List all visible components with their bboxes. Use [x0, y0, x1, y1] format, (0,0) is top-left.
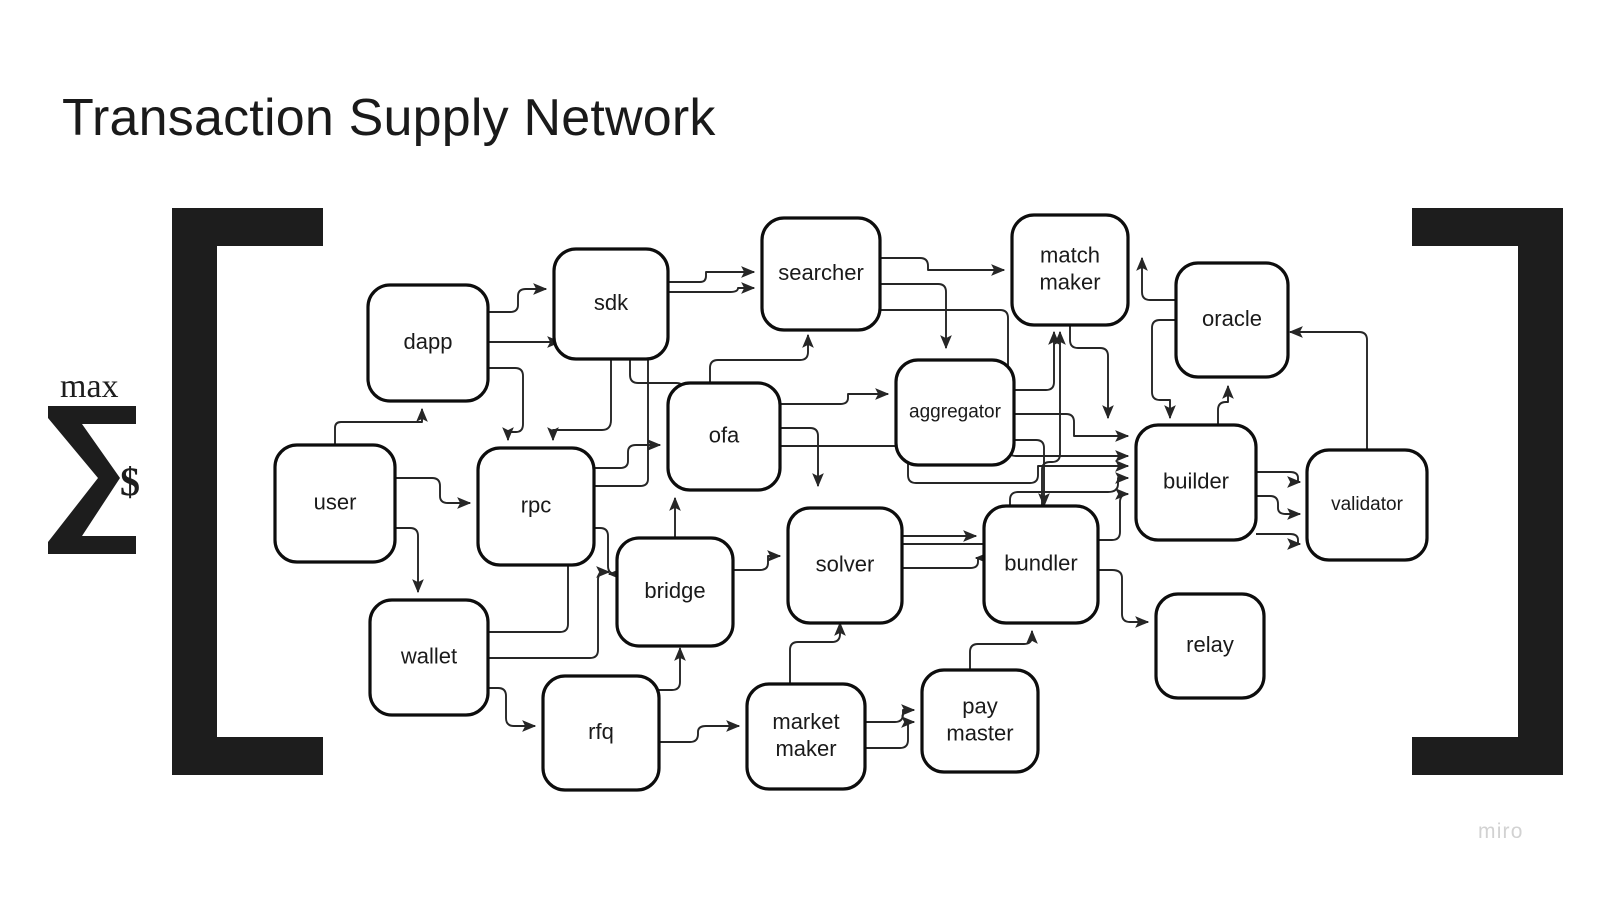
- node-label-user: user: [314, 489, 357, 514]
- node-relay[interactable]: relay: [1154, 592, 1266, 700]
- node-solver[interactable]: solver: [786, 506, 904, 625]
- node-label-rpc: rpc: [521, 492, 552, 517]
- node-marketmaker[interactable]: marketmaker: [745, 682, 867, 791]
- edge-oracle-to-builder: [1069, 325, 1114, 420]
- edge-oracle-to-matchmaker: [1098, 569, 1150, 628]
- edge-sdk-to-rpc: [547, 359, 612, 442]
- edge-ofa-to-searcher: [709, 333, 814, 383]
- node-label-sdk: sdk: [594, 290, 629, 315]
- node-oracle[interactable]: oracle: [1174, 261, 1290, 379]
- edge-bridge-to-solver: [733, 550, 782, 571]
- node-label-bridge: bridge: [644, 578, 705, 603]
- node-label-rfq: rfq: [588, 719, 614, 744]
- node-label-marketmaker: maker: [775, 736, 836, 761]
- node-label-matchmaker: maker: [1039, 269, 1100, 294]
- edge-dapp-to-sdk: [488, 283, 548, 313]
- edge-aggregator-to-bundler: [1014, 439, 1050, 508]
- node-label-validator: validator: [1331, 494, 1403, 515]
- edge-user-to-rpc: [395, 477, 472, 509]
- edge-solver-to-builder: [902, 552, 989, 569]
- node-label-dapp: dapp: [404, 329, 453, 354]
- node-label-aggregator: aggregator: [909, 402, 1002, 423]
- edge-rpc-to-ofa: [594, 439, 662, 469]
- edge-builder-to-validator: [1151, 319, 1176, 420]
- node-label-builder: builder: [1163, 468, 1229, 493]
- node-bundler[interactable]: bundler: [982, 504, 1100, 625]
- edge-sdk-to-searcher: [668, 266, 756, 283]
- node-label-marketmaker: market: [772, 709, 839, 734]
- edge-46: [1288, 326, 1368, 450]
- node-user[interactable]: user: [273, 443, 397, 564]
- node-label-oracle: oracle: [1202, 306, 1262, 331]
- node-searcher[interactable]: searcher: [760, 216, 882, 332]
- edge-paymaster-to-bundler: [865, 704, 916, 723]
- edge-user-to-dapp: [334, 407, 428, 445]
- node-aggregator[interactable]: aggregator: [894, 358, 1016, 467]
- edge-aggregator-to-builder: [1014, 413, 1130, 442]
- edge-44: [1256, 495, 1302, 520]
- node-dapp[interactable]: dapp: [366, 283, 490, 403]
- edge-marketmaker-to-paymaster: [789, 621, 846, 684]
- node-ofa[interactable]: ofa: [666, 381, 782, 492]
- edge-ofa-to-solver: [780, 427, 824, 488]
- edge-wallet-to-rpc: [488, 552, 569, 633]
- edge-wallet-to-rfq: [488, 687, 537, 732]
- node-matchmaker[interactable]: matchmaker: [1010, 213, 1130, 327]
- node-wallet[interactable]: wallet: [368, 598, 490, 717]
- right-bracket: [1412, 208, 1563, 775]
- node-rpc[interactable]: rpc: [476, 446, 596, 567]
- node-label-solver: solver: [816, 551, 875, 576]
- node-label-relay: relay: [1186, 632, 1234, 657]
- edge-user-to-wallet: [395, 527, 424, 594]
- node-bridge[interactable]: bridge: [615, 536, 735, 648]
- edge-rpc-to-bridge: [594, 527, 622, 580]
- edge-dapp-to-ofa: [488, 367, 524, 442]
- edge-searcher-to-aggregator: [880, 283, 952, 350]
- edge-ofa-to-aggregator: [780, 388, 890, 405]
- edge-builder-to-relay: [1217, 384, 1234, 425]
- edge-searcher-to-matchmaker: [880, 257, 1006, 276]
- node-sdk[interactable]: sdk: [552, 247, 670, 361]
- node-paymaster[interactable]: paymaster: [920, 668, 1040, 774]
- node-label-matchmaker: match: [1040, 242, 1100, 267]
- node-label-paymaster: master: [946, 720, 1013, 745]
- node-rfq[interactable]: rfq: [541, 674, 661, 792]
- node-label-wallet: wallet: [400, 643, 457, 668]
- edge-builder-to-oracle: [1136, 256, 1176, 301]
- node-label-bundler: bundler: [1004, 550, 1077, 575]
- edge-aggregator-to-matchmaker: [1014, 330, 1060, 391]
- network-diagram: dappsdksearchermatchmakeroracleuser rpcof…: [172, 208, 1563, 792]
- miro-watermark: miro: [1478, 820, 1524, 843]
- node-label-paymaster: pay: [962, 693, 997, 718]
- edge-validator-to-oracle: [1256, 471, 1302, 488]
- edge-rfq-to-marketmaker: [659, 720, 741, 743]
- edge-wallet-to-bridge: [488, 566, 611, 659]
- node-label-ofa: ofa: [709, 422, 740, 447]
- edge-rfq-to-bridge: [659, 646, 686, 691]
- node-builder[interactable]: builder: [1134, 423, 1258, 542]
- node-validator[interactable]: validator: [1305, 448, 1429, 562]
- edge-bundler-to-builder: [865, 716, 916, 749]
- edge-45: [1256, 533, 1302, 550]
- node-label-searcher: searcher: [778, 260, 864, 285]
- edge-bundler-to-matchmaker: [969, 629, 1038, 670]
- edge-bundler-to-relay: [1098, 488, 1130, 541]
